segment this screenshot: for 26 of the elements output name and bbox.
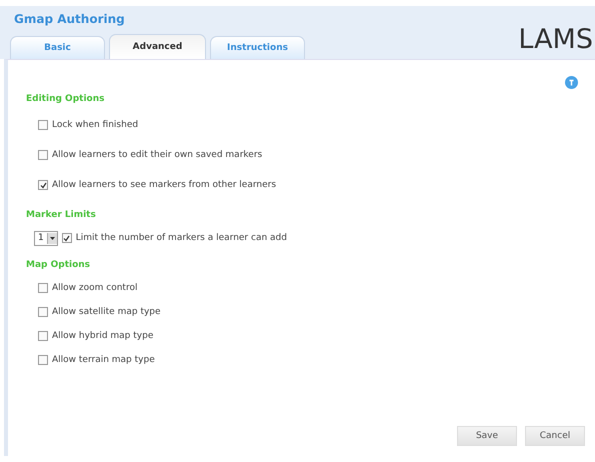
checkbox[interactable] (38, 120, 48, 130)
option-label: Allow learners to see markers from other learners (52, 180, 276, 190)
action-button[interactable]: Cancel (525, 426, 585, 446)
checkbox[interactable] (38, 180, 48, 190)
number-select[interactable]: 1 (34, 230, 58, 246)
logo: LAMS (518, 23, 594, 55)
section-heading: Map Options (26, 260, 92, 270)
checkbox[interactable] (38, 355, 48, 365)
option-label: Allow hybrid map type (52, 331, 154, 341)
checkbox[interactable] (38, 150, 48, 160)
checkbox[interactable] (38, 331, 48, 341)
help-icon[interactable] (565, 76, 578, 89)
tab[interactable]: Advanced (109, 34, 206, 59)
option-label: Lock when finished (52, 120, 138, 130)
app-title: Gmap Authoring (13, 12, 126, 26)
section-heading: Editing Options (26, 94, 106, 104)
option-label: Allow satellite map type (52, 307, 161, 317)
option-label: Allow learners to edit their own saved markers (52, 150, 262, 160)
checkbox[interactable] (38, 307, 48, 317)
action-button[interactable]: Save (457, 426, 517, 446)
option-label: Limit the number of markers a learner can add (76, 233, 287, 243)
checkbox[interactable] (62, 233, 72, 243)
section-heading: Marker Limits (26, 210, 97, 220)
checkbox[interactable] (38, 283, 48, 293)
option-label: Allow zoom control (52, 283, 138, 293)
option-label: Allow terrain map type (52, 355, 155, 365)
